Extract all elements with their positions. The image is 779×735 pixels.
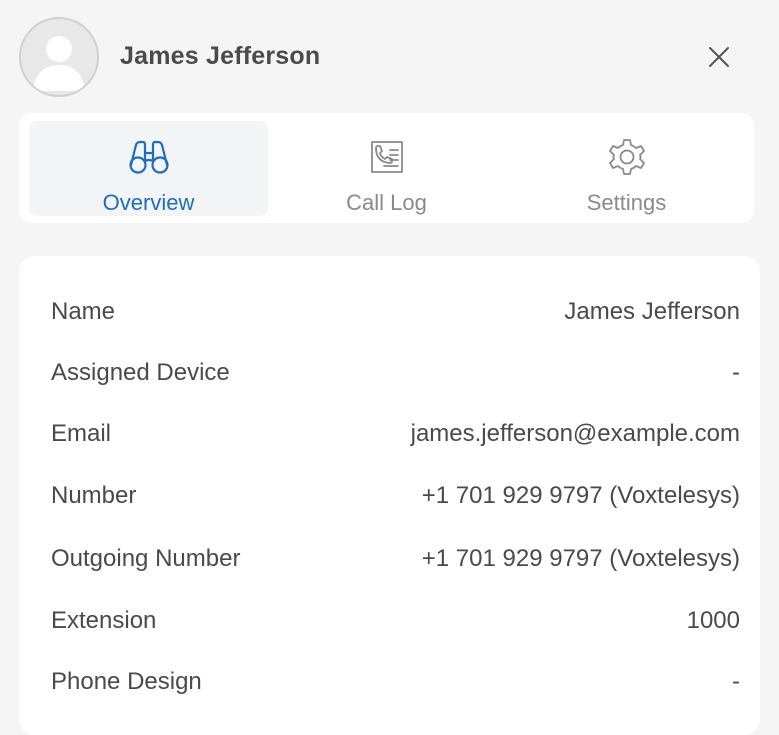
gear-icon <box>604 134 650 180</box>
detail-value: +1 701 929 9797 (Voxtelesys) <box>421 545 740 572</box>
tab-call-log[interactable]: Call Log <box>267 121 506 216</box>
detail-label: Assigned Device <box>51 359 230 386</box>
detail-row-extension: Extension 1000 <box>51 601 740 641</box>
close-button[interactable] <box>702 40 736 74</box>
binoculars-icon <box>126 134 172 180</box>
detail-label: Phone Design <box>51 668 202 695</box>
details-card: Name James Jefferson Assigned Device - E… <box>19 256 760 735</box>
user-avatar-icon <box>19 17 99 97</box>
user-name-title: James Jefferson <box>120 42 321 70</box>
detail-row-outgoing-number: Outgoing Number +1 701 929 9797 (Voxtele… <box>51 539 740 579</box>
detail-label: Name <box>51 298 116 325</box>
detail-label: Number <box>51 482 137 509</box>
detail-value: - <box>732 668 740 695</box>
close-icon <box>709 47 729 67</box>
tab-call-log-label: Call Log <box>346 190 427 215</box>
detail-row-number: Number +1 701 929 9797 (Voxtelesys) <box>51 476 740 516</box>
tab-overview-label: Overview <box>102 190 195 215</box>
detail-label: Extension <box>51 607 157 634</box>
detail-row-phone-design: Phone Design - <box>51 662 740 702</box>
detail-row-name: Name James Jefferson <box>51 292 740 332</box>
tab-settings-label: Settings <box>586 190 667 215</box>
detail-label: Email <box>51 420 112 447</box>
panel-header: James Jefferson <box>0 0 779 112</box>
detail-label: Outgoing Number <box>51 545 241 572</box>
detail-value: James Jefferson <box>564 298 740 325</box>
tab-bar: Overview Call Log Settings <box>19 113 754 223</box>
detail-value: james.jefferson@example.com <box>410 420 740 447</box>
tab-settings[interactable]: Settings <box>507 121 746 216</box>
call-log-icon <box>364 134 410 180</box>
tab-overview[interactable]: Overview <box>29 121 268 216</box>
detail-row-email: Email james.jefferson@example.com <box>51 414 740 454</box>
detail-value: +1 701 929 9797 (Voxtelesys) <box>421 482 740 509</box>
detail-row-assigned-device: Assigned Device - <box>51 353 740 393</box>
detail-value: - <box>732 359 740 386</box>
detail-value: 1000 <box>686 607 740 634</box>
